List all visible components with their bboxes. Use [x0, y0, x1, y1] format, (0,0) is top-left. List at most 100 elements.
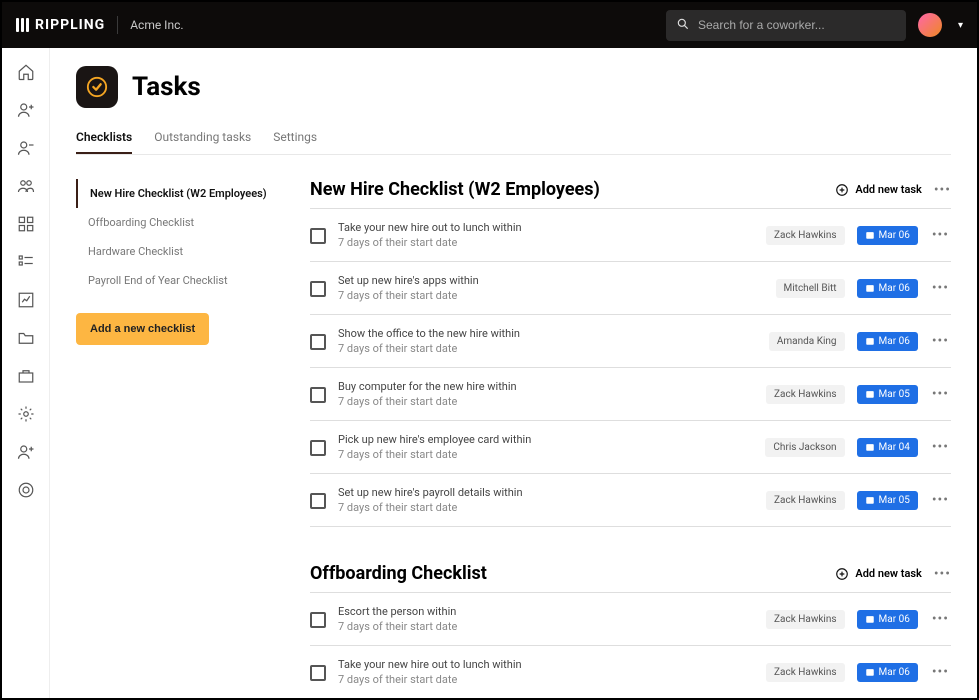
task-line2: 7 days of their start date — [338, 673, 754, 686]
task-checkbox[interactable] — [310, 440, 326, 456]
grid-icon[interactable] — [16, 214, 36, 234]
task-row: Pick up new hire's employee card within 7… — [310, 420, 951, 473]
date-chip[interactable]: Mar 05 — [857, 385, 918, 404]
person-plus-icon[interactable] — [16, 100, 36, 120]
date-chip[interactable]: Mar 05 — [857, 491, 918, 510]
main-content: Tasks Checklists Outstanding tasks Setting… — [50, 48, 977, 698]
task-more-icon[interactable]: ••• — [930, 280, 951, 296]
task-more-icon[interactable]: ••• — [930, 333, 951, 349]
task-text: Take your new hire out to lunch within7 … — [338, 221, 754, 249]
task-line1: Take your new hire out to lunch within — [338, 221, 754, 234]
task-row: Set up new hire's payroll details within… — [310, 473, 951, 527]
task-text: Show the office to the new hire within7 … — [338, 327, 757, 355]
date-chip[interactable]: Mar 06 — [857, 279, 918, 298]
page-titlebar: Tasks — [76, 66, 951, 108]
task-line1: Take your new hire out to lunch within — [338, 658, 754, 671]
task-row: Show the office to the new hire within7 … — [310, 314, 951, 367]
topbar: RIPPLING Acme Inc. ▾ — [2, 2, 977, 48]
assignee-chip[interactable]: Mitchell Bitt — [776, 279, 845, 298]
person-minus-icon[interactable] — [16, 138, 36, 158]
add-task-button[interactable]: Add new task — [835, 567, 921, 581]
lifebuoy-icon[interactable] — [16, 480, 36, 500]
task-row: Take your new hire out to lunch within7 … — [310, 208, 951, 261]
page-title: Tasks — [132, 72, 201, 102]
task-text: Set up new hire's payroll details within… — [338, 486, 754, 514]
task-checkbox[interactable] — [310, 612, 326, 628]
tab-settings[interactable]: Settings — [273, 122, 317, 154]
task-text: Pick up new hire's employee card within 7… — [338, 433, 753, 461]
task-checkbox[interactable] — [310, 387, 326, 403]
task-line1: Pick up new hire's employee card within — [338, 433, 753, 446]
assignee-chip[interactable]: Zack Hawkins — [766, 610, 845, 629]
task-checkbox[interactable] — [310, 281, 326, 297]
search-input[interactable] — [698, 18, 896, 32]
side-checklist-item[interactable]: Offboarding Checklist — [78, 208, 286, 237]
chevron-down-icon[interactable]: ▾ — [958, 20, 963, 31]
task-more-icon[interactable]: ••• — [930, 386, 951, 402]
tasks-app-icon — [76, 66, 118, 108]
task-checkbox[interactable] — [310, 665, 326, 681]
task-line1: Set up new hire's payroll details within — [338, 486, 754, 499]
assignee-chip[interactable]: Zack Hawkins — [766, 491, 845, 510]
task-more-icon[interactable]: ••• — [930, 227, 951, 243]
people-icon[interactable] — [16, 176, 36, 196]
folder-icon[interactable] — [16, 328, 36, 348]
assignee-chip[interactable]: Chris Jackson — [765, 438, 844, 457]
assignee-chip[interactable]: Amanda King — [769, 332, 845, 351]
task-checkbox[interactable] — [310, 228, 326, 244]
list-icon[interactable] — [16, 252, 36, 272]
side-panel: New Hire Checklist (W2 Employees)Offboar… — [76, 179, 286, 698]
search-box[interactable] — [666, 10, 906, 41]
task-more-icon[interactable]: ••• — [930, 611, 951, 627]
brand[interactable]: RIPPLING — [16, 17, 105, 33]
task-line2: 7 days of their start date — [338, 620, 754, 633]
checklist-more-icon[interactable]: ••• — [934, 182, 951, 198]
side-checklist-item[interactable]: Hardware Checklist — [78, 237, 286, 266]
checklist-more-icon[interactable]: ••• — [934, 566, 951, 582]
task-line2: 7 days of their start date — [338, 289, 764, 302]
add-checklist-button[interactable]: Add a new checklist — [76, 313, 209, 345]
task-more-icon[interactable]: ••• — [930, 664, 951, 680]
task-more-icon[interactable]: ••• — [930, 439, 951, 455]
search-icon — [676, 16, 690, 35]
task-line2: 7 days of their start date — [338, 501, 754, 514]
tab-checklists[interactable]: Checklists — [76, 122, 132, 154]
task-text: Set up new hire's apps within7 days of t… — [338, 274, 764, 302]
task-text: Take your new hire out to lunch within 7 … — [338, 658, 754, 686]
task-row: Escort the person within7 days of their … — [310, 592, 951, 645]
date-chip[interactable]: Mar 04 — [857, 438, 918, 457]
task-checkbox[interactable] — [310, 334, 326, 350]
task-row: Buy computer for the new hire within7 da… — [310, 367, 951, 420]
chart-icon[interactable] — [16, 290, 36, 310]
assignee-chip[interactable]: Zack Hawkins — [766, 663, 845, 682]
task-row: Take your new hire out to lunch within 7 … — [310, 645, 951, 698]
task-text: Escort the person within7 days of their … — [338, 605, 754, 633]
date-chip[interactable]: Mar 06 — [857, 226, 918, 245]
home-icon[interactable] — [16, 62, 36, 82]
brand-logo-icon — [16, 18, 29, 32]
checklist-title: Offboarding Checklist — [310, 563, 487, 584]
add-task-button[interactable]: Add new task — [835, 183, 921, 197]
side-checklist-item[interactable]: New Hire Checklist (W2 Employees) — [76, 179, 286, 208]
leftnav — [2, 48, 50, 698]
avatar[interactable] — [918, 13, 942, 37]
date-chip[interactable]: Mar 06 — [857, 663, 918, 682]
org-name[interactable]: Acme Inc. — [130, 18, 183, 32]
date-chip[interactable]: Mar 06 — [857, 332, 918, 351]
task-text: Buy computer for the new hire within7 da… — [338, 380, 754, 408]
tab-outstanding-tasks[interactable]: Outstanding tasks — [154, 122, 251, 154]
gear-icon[interactable] — [16, 404, 36, 424]
assignee-chip[interactable]: Zack Hawkins — [766, 226, 845, 245]
side-checklist-item[interactable]: Payroll End of Year Checklist — [78, 266, 286, 295]
assignee-chip[interactable]: Zack Hawkins — [766, 385, 845, 404]
checklist-header: Offboarding Checklist Add new task ••• — [310, 563, 951, 584]
user-add-icon[interactable] — [16, 442, 36, 462]
task-line2: 7 days of their start date — [338, 448, 753, 461]
task-more-icon[interactable]: ••• — [930, 492, 951, 508]
tabs: Checklists Outstanding tasks Settings — [76, 122, 951, 155]
task-checkbox[interactable] — [310, 493, 326, 509]
divider — [117, 16, 118, 34]
task-line2: 7 days of their start date — [338, 395, 754, 408]
date-chip[interactable]: Mar 06 — [857, 610, 918, 629]
briefcase-icon[interactable] — [16, 366, 36, 386]
